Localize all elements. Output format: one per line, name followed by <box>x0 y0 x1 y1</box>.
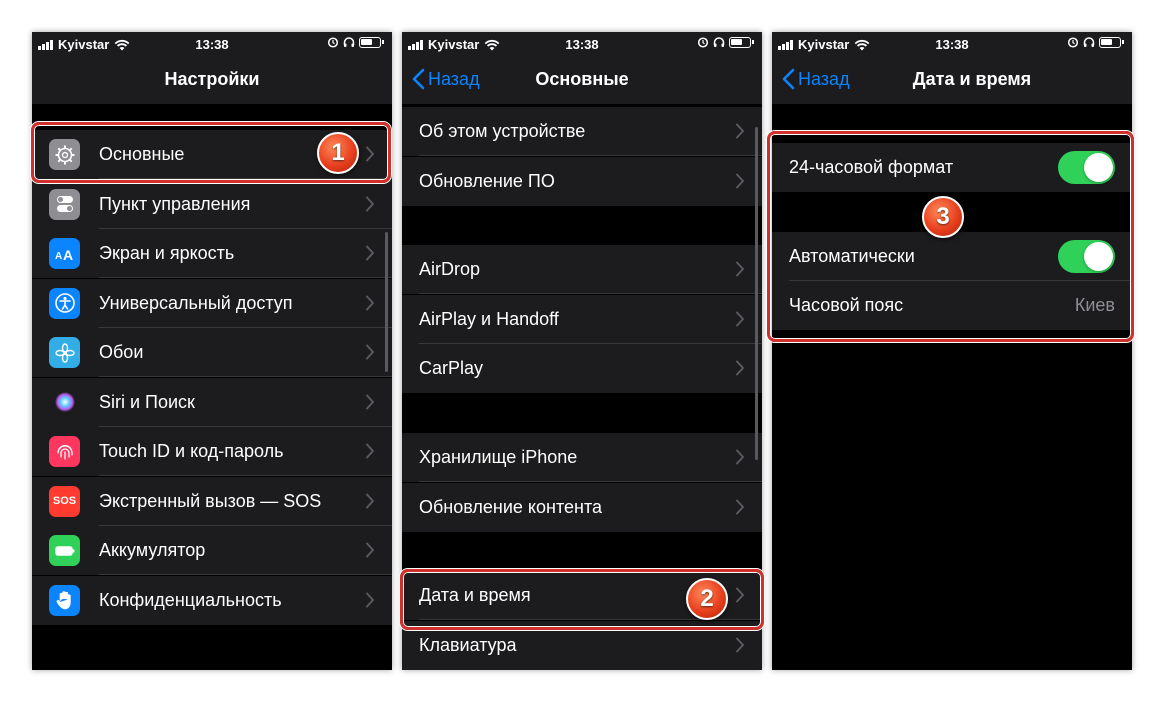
general-item[interactable]: AirPlay и Handoff <box>402 294 762 344</box>
chevron-right-icon <box>736 173 744 188</box>
chevron-right-icon <box>736 123 744 139</box>
list-item-label: Экстренный вызов — SOS <box>99 490 322 511</box>
accessibility-icon <box>49 287 80 319</box>
battery-status-icon <box>729 36 751 48</box>
chevron-left-icon <box>782 68 795 90</box>
sos-icon-text: SOS <box>52 495 77 507</box>
list-item-label: Обновление ПО <box>419 170 555 191</box>
chevron-right-icon <box>366 592 374 607</box>
chevron-right-icon <box>736 449 744 465</box>
svg-text:A: A <box>63 247 73 263</box>
list-item-label: AirPlay и Handoff <box>419 308 559 329</box>
list-item-label: Экран и яркость <box>99 243 235 263</box>
hand-icon <box>49 584 80 616</box>
list-item-label: AirDrop <box>419 259 481 279</box>
step-badge-1: 1 <box>317 132 359 174</box>
settings-item[interactable]: Пункт управления <box>32 179 392 229</box>
list-item-label: Об этом устройстве <box>419 121 586 141</box>
list-item-label: Siri и Поиск <box>99 391 195 412</box>
navigation-bar: Назад Основные <box>402 56 762 104</box>
settings-item[interactable]: SOS Экстренный вызов — SOS <box>32 476 392 526</box>
battery-icon <box>49 535 80 566</box>
date-time-screen: Kyivstar 13:38 Назад Дата и время 24-час… <box>772 32 1132 670</box>
toggles-icon <box>49 188 80 220</box>
flower-icon <box>49 337 80 368</box>
text-size-icon: AA <box>49 238 80 269</box>
list-item-label: Клавиатура <box>419 634 517 655</box>
battery-status-icon <box>359 36 381 48</box>
status-bar: Kyivstar 13:38 <box>772 32 1132 56</box>
scrollbar[interactable] <box>755 127 758 460</box>
alarm-icon <box>1067 37 1079 48</box>
list-item-label: Touch ID и код-пароль <box>99 441 284 461</box>
list-item-label: Универсальный доступ <box>99 292 293 313</box>
general-item[interactable]: Обновление контента <box>402 482 762 532</box>
headphones-icon <box>713 37 725 47</box>
chevron-right-icon <box>736 637 744 652</box>
settings-item[interactable]: A A Экран и яркость <box>32 229 392 278</box>
alarm-icon <box>697 37 709 48</box>
scrollbar[interactable] <box>385 232 388 372</box>
list-item-label: Обои <box>99 342 144 362</box>
list-item-label: Аккумулятор <box>99 540 206 560</box>
chevron-right-icon <box>366 493 374 508</box>
settings-item[interactable]: Универсальный доступ <box>32 278 392 328</box>
alarm-icon <box>327 37 339 48</box>
general-item[interactable]: Обновление ПО <box>402 156 762 206</box>
settings-item[interactable]: Обои <box>32 328 392 377</box>
fingerprint-icon <box>49 436 80 467</box>
sos-icon: SOS <box>49 485 80 517</box>
chevron-right-icon <box>366 295 374 310</box>
settings-item[interactable]: Touch ID и код-пароль <box>32 427 392 476</box>
list-item-label: Хранилище iPhone <box>419 447 578 467</box>
svg-text:A: A <box>55 251 62 262</box>
chevron-right-icon <box>366 245 374 261</box>
status-bar: Kyivstar 13:38 <box>402 32 762 56</box>
navigation-bar: Настройки <box>32 56 392 104</box>
general-item[interactable]: Хранилище iPhone <box>402 433 762 482</box>
list-item-label: CarPlay <box>419 358 484 378</box>
chevron-right-icon <box>366 344 374 360</box>
settings-item[interactable]: Аккумулятор <box>32 526 392 575</box>
battery-status-icon <box>1099 36 1121 48</box>
chevron-right-icon <box>366 443 374 459</box>
headphones-icon <box>1083 37 1095 47</box>
headphones-icon <box>343 37 355 47</box>
page-title: Настройки <box>164 69 260 89</box>
list-item-label: Конфиденциальность <box>99 589 282 610</box>
list-item-label: Пункт управления <box>99 193 251 214</box>
navigation-bar: Назад Дата и время <box>772 56 1132 104</box>
siri-icon <box>49 386 80 418</box>
chevron-right-icon <box>736 261 744 277</box>
list-item-label: Обновление контента <box>419 496 603 517</box>
general-item[interactable]: AirDrop <box>402 245 762 294</box>
general-item[interactable]: Об этом устройстве <box>402 107 762 156</box>
settings-item[interactable]: Конфиденциальность <box>32 575 392 625</box>
step-badge-3: 3 <box>922 196 964 238</box>
chevron-right-icon <box>736 311 744 326</box>
general-item[interactable]: CarPlay <box>402 344 762 393</box>
status-bar: Kyivstar 13:38 <box>32 32 392 56</box>
step-badge-2: 2 <box>686 578 728 620</box>
settings-item[interactable]: Siri и Поиск <box>32 377 392 427</box>
chevron-right-icon <box>736 360 744 376</box>
page-title: Основные <box>535 69 629 89</box>
chevron-right-icon <box>366 542 374 558</box>
page-title: Дата и время <box>912 69 1032 89</box>
chevron-right-icon <box>366 196 374 211</box>
chevron-right-icon <box>366 394 374 409</box>
chevron-right-icon <box>736 499 744 514</box>
